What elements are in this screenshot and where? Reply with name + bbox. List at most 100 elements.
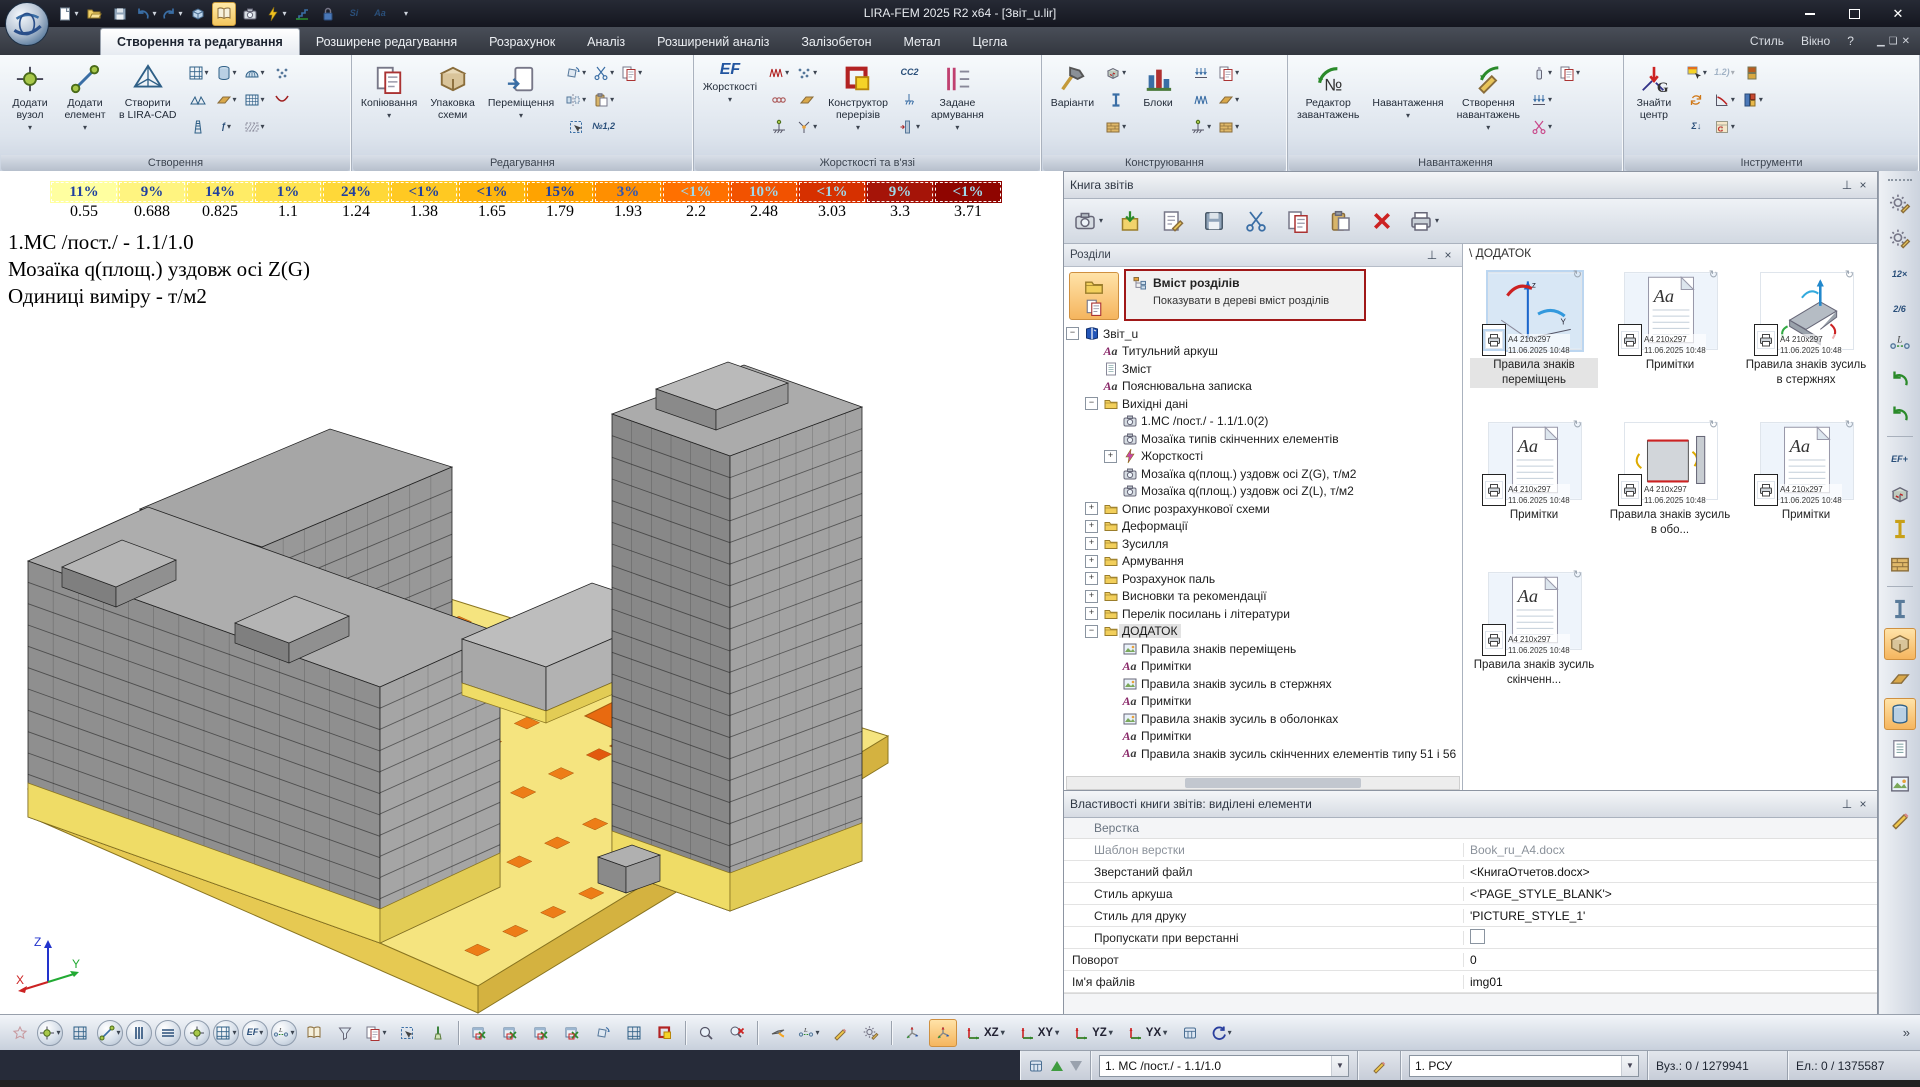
ribbon-small-button[interactable] — [793, 87, 820, 112]
tab-3[interactable]: Аналіз — [571, 30, 641, 55]
ribbon-small-button[interactable]: ▾ — [213, 87, 240, 112]
tree-item[interactable]: AaПримітки — [1066, 658, 1460, 676]
tree-item[interactable]: Мозаїка q(площ.) уздовж осі Z(L), т/м2 — [1066, 483, 1460, 501]
strip-box-button[interactable] — [1884, 628, 1916, 660]
tree-expander-icon[interactable]: + — [1085, 555, 1098, 568]
ribbon-small-button[interactable]: ▾ — [241, 87, 268, 112]
tree-item[interactable]: AaПравила знаків зусиль скінченних елеме… — [1066, 745, 1460, 763]
tab-1[interactable]: Розширене редагування — [300, 30, 473, 55]
tab-5[interactable]: Залізобетон — [785, 30, 887, 55]
property-value[interactable]: 'PICTURE_STYLE_1' — [1464, 909, 1877, 923]
prev-loadcase-icon[interactable] — [1051, 1061, 1063, 1071]
strip-gearpencil-button[interactable] — [1884, 223, 1916, 255]
qat-aa-button[interactable]: Aa — [368, 2, 392, 26]
ribbon-small-button[interactable] — [562, 114, 589, 139]
thumbnail-item[interactable]: Aa↻A4 210x29711.06.2025 10:48Примітки — [1739, 418, 1873, 568]
tree-item[interactable]: AaТитульний аркуш — [1066, 343, 1460, 361]
toolbar-rotccw-button[interactable]: ▾ — [1207, 1019, 1235, 1047]
toolbar-grid-button[interactable] — [66, 1019, 94, 1047]
ribbon-small-button[interactable] — [1102, 87, 1129, 112]
toolbar-iso-button[interactable] — [898, 1019, 926, 1047]
strip-x12-button[interactable]: 12× — [1884, 258, 1916, 290]
thumbnail-item[interactable]: Aa↻A4 210x29711.06.2025 10:48Правила зна… — [1467, 568, 1601, 718]
ribbon-button[interactable]: Упаковкасхеми — [425, 58, 480, 146]
ribbon-button[interactable]: Знайтицентр — [1628, 58, 1680, 146]
tree-expander-icon[interactable]: + — [1085, 572, 1098, 585]
property-checkbox[interactable] — [1470, 929, 1485, 944]
ribbon-small-button[interactable] — [1187, 87, 1214, 112]
strip-measure-button[interactable] — [1884, 328, 1916, 360]
ribbon-small-button[interactable] — [1187, 60, 1214, 85]
mdi-close-icon[interactable]: ✕ — [1902, 36, 1910, 47]
toolbar-funnel-button[interactable] — [331, 1019, 359, 1047]
tab-6[interactable]: Метал — [888, 30, 957, 55]
qat-disk-button[interactable] — [108, 2, 132, 26]
ribbon-small-button[interactable]: ▾ — [1215, 60, 1242, 85]
tree-item[interactable]: +Розрахунок паль — [1066, 570, 1460, 588]
ribbon-small-button[interactable]: ▾ — [562, 87, 589, 112]
ribbon-small-button[interactable]: ▾ — [241, 114, 268, 139]
report-close-icon[interactable]: × — [1855, 178, 1871, 192]
thumbnail-item[interactable]: ↻A4 210x29711.06.2025 10:48Правила знакі… — [1603, 418, 1737, 568]
tree-item[interactable]: Зміст — [1066, 360, 1460, 378]
tree-expander-icon[interactable]: − — [1085, 625, 1098, 638]
tree-item[interactable]: −ДОДАТОК — [1066, 623, 1460, 641]
ribbon-button[interactable]: Блоки — [1132, 58, 1184, 146]
toolbar-efc-button[interactable]: EF▾ — [242, 1020, 268, 1046]
ribbon-small-button[interactable]: ▾ — [1187, 114, 1214, 139]
tree-item[interactable]: 1.МС /пост./ - 1.1/1.0(2) — [1066, 413, 1460, 431]
ribbon-small-button[interactable]: ▾ — [1711, 87, 1738, 112]
tree-item[interactable]: Правила знаків зусиль в оболонках — [1066, 710, 1460, 728]
ribbon-button[interactable]: Додатиелемент▾ — [59, 58, 111, 146]
ribbon-button[interactable]: Переміщення▾ — [483, 58, 559, 146]
ribbon-button[interactable]: Копіювання▾ — [356, 58, 422, 146]
tree-item[interactable]: AaПримітки — [1066, 728, 1460, 746]
ribbon-small-button[interactable] — [269, 60, 296, 85]
show-contents-toggle[interactable] — [1069, 272, 1119, 320]
tree-expander-icon[interactable]: + — [1085, 607, 1098, 620]
toolbar-grid-button[interactable]: ▾ — [213, 1020, 239, 1046]
ribbon-small-button[interactable]: ▾ — [793, 114, 820, 139]
toolbar-zoomx-button[interactable] — [723, 1019, 751, 1047]
report-toolbar-camera-button[interactable]: ▾ — [1068, 202, 1108, 240]
ribbon-small-button[interactable]: ▾ — [1528, 60, 1555, 85]
qat-book-button[interactable] — [212, 2, 236, 26]
report-pin-icon[interactable]: ⊥ — [1839, 178, 1855, 192]
ribbon-small-button[interactable]: Σ↓ — [1683, 114, 1710, 139]
toolbar-pencil-button[interactable] — [826, 1019, 854, 1047]
loadcase-combobox[interactable]: 1. МС /пост./ - 1.1/1.0▼ — [1099, 1055, 1349, 1077]
property-value[interactable]: Book_ru_A4.docx — [1464, 843, 1877, 857]
tree-item[interactable]: +Зусилля — [1066, 535, 1460, 553]
loadcase-table-icon[interactable] — [1028, 1058, 1044, 1074]
tree-item[interactable]: Правила знаків переміщень — [1066, 640, 1460, 658]
toolbar-star-button[interactable] — [6, 1019, 34, 1047]
qat-cube-button[interactable] — [186, 2, 210, 26]
tab-7[interactable]: Цегла — [956, 30, 1023, 55]
tree-item[interactable]: +Опис розрахункової схеми — [1066, 500, 1460, 518]
ribbon-button[interactable]: Створитив LIRA-CAD — [114, 58, 182, 146]
toolbar-gearpencil-button[interactable] — [857, 1019, 885, 1047]
mdi-minimize-icon[interactable]: ▁ — [1877, 36, 1885, 47]
strip-ibeam-button[interactable] — [1884, 513, 1916, 545]
report-toolbar-editpage-button[interactable] — [1152, 202, 1192, 240]
tab-0[interactable]: Створення та редагування — [100, 28, 300, 55]
qat-bolt-button[interactable]: ▾ — [264, 2, 288, 26]
tree-item[interactable]: AaПримітки — [1066, 693, 1460, 711]
property-value[interactable]: <КнигаОтчетов.docx> — [1464, 865, 1877, 879]
menu-style[interactable]: Стиль▾ — [1750, 34, 1791, 48]
ribbon-small-button[interactable]: ▾ — [590, 87, 617, 112]
ribbon-small-button[interactable]: ▾ — [1102, 60, 1129, 85]
toolbar-line-button[interactable]: ▾ — [97, 1020, 123, 1046]
sections-pin-icon[interactable]: ⊥ — [1424, 248, 1440, 262]
tree-expander-icon[interactable]: − — [1066, 327, 1079, 340]
toolbar-flash-button[interactable] — [764, 1019, 792, 1047]
toolbar-gridtable-button[interactable] — [1176, 1019, 1204, 1047]
toolbar-select-button[interactable] — [393, 1019, 421, 1047]
toolbar-overflow-icon[interactable]: » — [1903, 1025, 1914, 1040]
qat-si-button[interactable]: Si — [342, 2, 366, 26]
ribbon-small-button[interactable]: ▾ — [213, 60, 240, 85]
view-xy-button[interactable]: XY▾ — [1014, 1019, 1065, 1047]
toolbar-vlines-button[interactable] — [126, 1020, 152, 1046]
tree-expander-icon[interactable]: + — [1085, 502, 1098, 515]
strip-pencil-button[interactable] — [1884, 803, 1916, 835]
